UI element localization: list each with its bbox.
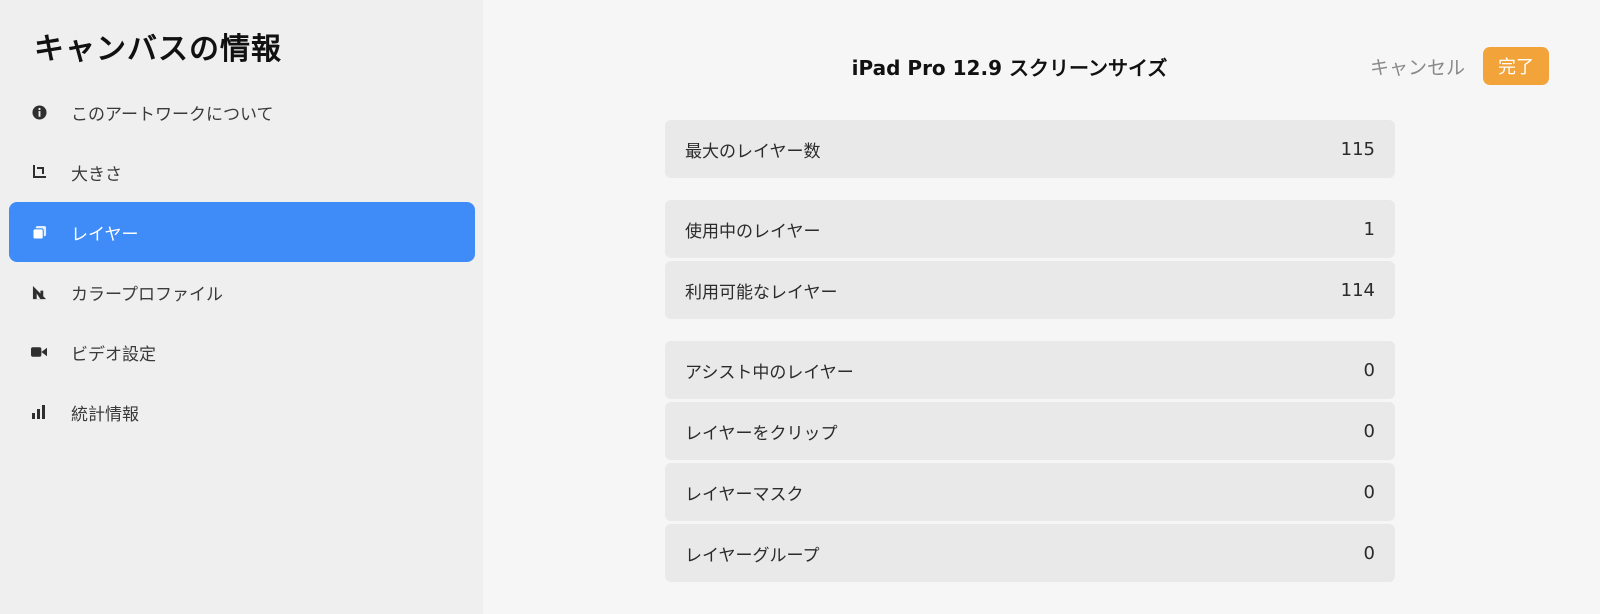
stat-row-used-layers: 使用中のレイヤー 1 xyxy=(665,200,1395,258)
layer-stats: 最大のレイヤー数 115 使用中のレイヤー 1 利用可能なレイヤー 114 アシ… xyxy=(665,120,1395,585)
stat-label: レイヤーをクリップ xyxy=(685,423,838,444)
sidebar: キャンバスの情報 このアートワークについて 大きさ レイヤー カラープロファイル xyxy=(0,0,483,614)
sidebar-item-label: レイヤー xyxy=(71,224,139,245)
stat-label: アシスト中のレイヤー xyxy=(685,362,854,383)
stat-row-available-layers: 利用可能なレイヤー 114 xyxy=(665,261,1395,319)
stat-value: 115 xyxy=(1340,138,1375,160)
crop-icon xyxy=(31,164,47,180)
layers-icon xyxy=(31,224,47,240)
stats-group-usage: 使用中のレイヤー 1 利用可能なレイヤー 114 xyxy=(665,200,1395,319)
info-icon xyxy=(31,104,47,120)
sidebar-item-layers[interactable]: レイヤー xyxy=(9,202,475,262)
stat-label: レイヤーグループ xyxy=(685,545,820,566)
stat-value: 0 xyxy=(1363,420,1375,442)
cancel-button[interactable]: キャンセル xyxy=(1370,53,1465,80)
sidebar-item-size[interactable]: 大きさ xyxy=(9,142,475,202)
stat-value: 0 xyxy=(1363,542,1375,564)
stats-group-types: アシスト中のレイヤー 0 レイヤーをクリップ 0 レイヤーマスク 0 レイヤーグ… xyxy=(665,341,1395,582)
stat-label: 利用可能なレイヤー xyxy=(685,282,838,303)
main-panel: iPad Pro 12.9 スクリーンサイズ キャンセル 完了 最大のレイヤー数… xyxy=(483,0,1600,614)
bar-chart-icon xyxy=(31,404,47,420)
sidebar-item-about[interactable]: このアートワークについて xyxy=(9,82,475,142)
stat-value: 1 xyxy=(1363,218,1375,240)
sidebar-item-statistics[interactable]: 統計情報 xyxy=(9,382,475,442)
sidebar-nav: このアートワークについて 大きさ レイヤー カラープロファイル ビデオ設定 統計… xyxy=(9,82,475,442)
video-camera-icon xyxy=(31,344,47,360)
sidebar-item-color-profile[interactable]: カラープロファイル xyxy=(9,262,475,322)
stat-row-assist-layers: アシスト中のレイヤー 0 xyxy=(665,341,1395,399)
stat-row-layer-masks: レイヤーマスク 0 xyxy=(665,463,1395,521)
done-button[interactable]: 完了 xyxy=(1483,47,1549,85)
stat-row-max-layers: 最大のレイヤー数 115 xyxy=(665,120,1395,178)
sidebar-item-label: 大きさ xyxy=(71,164,122,185)
sidebar-item-label: カラープロファイル xyxy=(71,284,223,305)
stat-row-layer-groups: レイヤーグループ 0 xyxy=(665,524,1395,582)
stat-value: 0 xyxy=(1363,359,1375,381)
sidebar-item-label: ビデオ設定 xyxy=(71,344,156,365)
color-profile-icon xyxy=(31,284,47,300)
stat-value: 114 xyxy=(1340,279,1375,301)
stat-label: 使用中のレイヤー xyxy=(685,221,821,242)
sidebar-item-video-settings[interactable]: ビデオ設定 xyxy=(9,322,475,382)
sidebar-item-label: このアートワークについて xyxy=(71,104,274,125)
stat-row-clip-layers: レイヤーをクリップ 0 xyxy=(665,402,1395,460)
stat-label: 最大のレイヤー数 xyxy=(685,141,821,162)
stat-value: 0 xyxy=(1363,481,1375,503)
sidebar-title: キャンバスの情報 xyxy=(34,32,282,67)
stats-group-capacity: 最大のレイヤー数 115 xyxy=(665,120,1395,178)
stat-label: レイヤーマスク xyxy=(685,484,804,505)
sidebar-item-label: 統計情報 xyxy=(71,404,139,425)
